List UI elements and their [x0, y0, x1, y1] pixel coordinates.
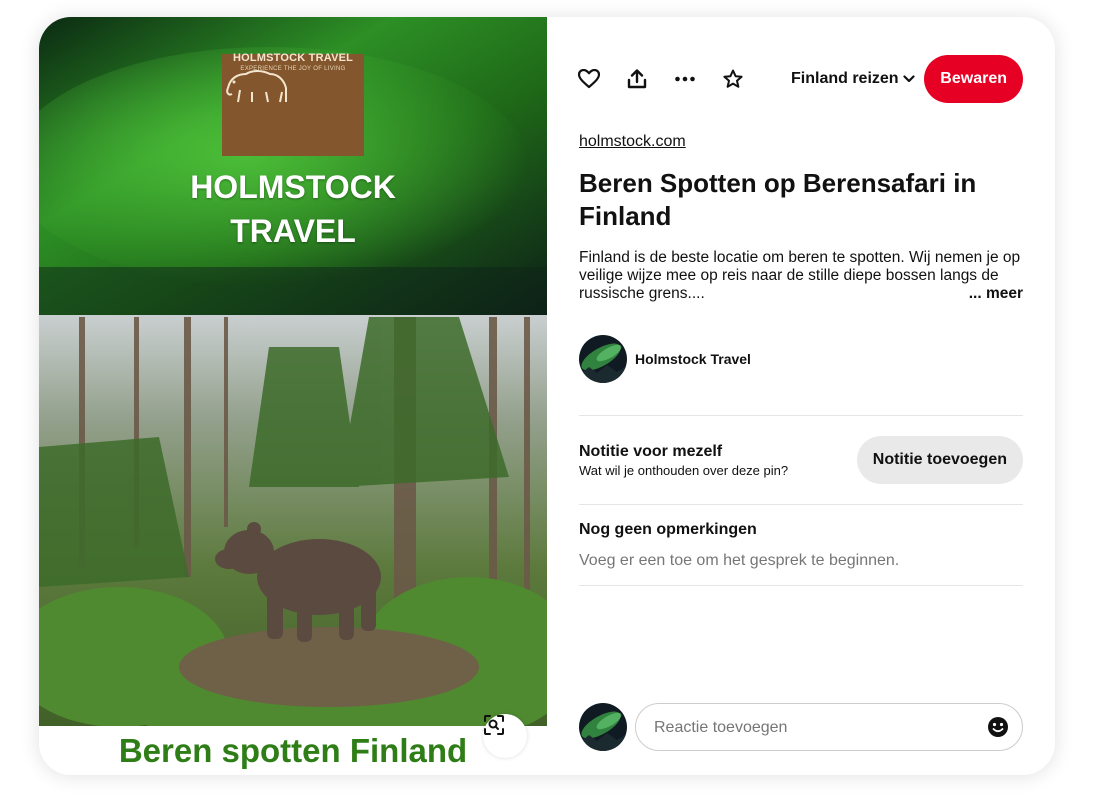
pin-image[interactable]: HOLMSTOCK TRAVEL EXPERIENCE THE JOY OF L… [39, 17, 547, 775]
more-options-button[interactable] [667, 55, 703, 103]
divider [579, 504, 1023, 505]
comment-input[interactable] [652, 704, 966, 752]
heart-icon [578, 69, 600, 89]
banner-title: HOLMSTOCK TRAVEL [39, 165, 547, 253]
visual-search-button[interactable] [483, 714, 527, 758]
like-button[interactable] [571, 55, 607, 103]
image-caption: Beren spotten Finland [118, 732, 468, 769]
banner-line-1: HOLMSTOCK [190, 169, 396, 205]
read-more-link[interactable]: ... meer [964, 285, 1023, 303]
logo-text: HOLMSTOCK TRAVEL [232, 52, 354, 64]
creator-row[interactable]: Holmstock Travel [579, 335, 751, 383]
source-link[interactable]: holmstock.com [579, 133, 686, 151]
pin-card: HOLMSTOCK TRAVEL EXPERIENCE THE JOY OF L… [39, 17, 1055, 775]
share-upload-icon [627, 69, 647, 89]
star-icon [723, 69, 743, 88]
note-title: Notitie voor mezelf [579, 443, 723, 460]
ellipsis-icon [675, 76, 695, 82]
banner-line-2: TRAVEL [230, 213, 356, 249]
save-button[interactable]: Bewaren [924, 55, 1023, 103]
avatar[interactable] [579, 703, 627, 751]
pin-toolbar: Finland reizen Bewaren [578, 55, 1023, 103]
comments-title: Nog geen opmerkingen [579, 521, 757, 538]
board-selector[interactable]: Finland reizen [791, 55, 915, 103]
add-note-button[interactable]: Notitie toevoegen [856, 436, 1023, 484]
pin-details: Finland reizen Bewaren holmstock.com Ber… [578, 17, 1023, 775]
avatar[interactable] [579, 335, 627, 383]
smiley-icon [988, 717, 1008, 737]
pin-description: Finland is de beste locatie om beren te … [579, 249, 1021, 302]
comments-empty-text: Voeg er een toe om het gesprek te beginn… [579, 552, 900, 569]
favorite-button[interactable] [715, 55, 751, 103]
comment-field[interactable] [635, 703, 1023, 752]
visual-search-icon [484, 715, 504, 735]
note-subtitle: Wat wil je onthouden over deze pin? [579, 463, 789, 478]
board-name: Finland reizen [791, 70, 899, 87]
holmstock-logo: HOLMSTOCK TRAVEL EXPERIENCE THE JOY OF L… [222, 52, 364, 156]
divider [579, 415, 1023, 416]
pin-title: Beren Spotten op Berensafari in Finland [579, 168, 977, 231]
bear-logo-icon [226, 70, 287, 103]
share-button[interactable] [619, 55, 655, 103]
comment-composer [579, 703, 1023, 752]
creator-name[interactable]: Holmstock Travel [635, 351, 751, 367]
emoji-button[interactable] [982, 711, 1014, 743]
chevron-down-icon [902, 75, 915, 83]
divider [579, 585, 1023, 586]
